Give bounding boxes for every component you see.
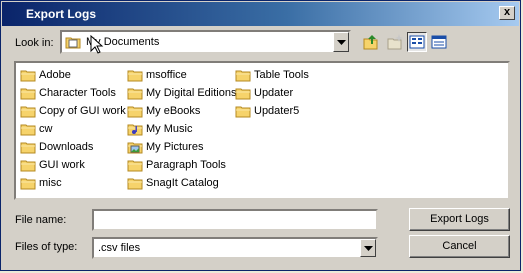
file-name-input[interactable] — [92, 209, 378, 231]
cancel-button[interactable]: Cancel — [409, 235, 510, 258]
file-type-combo[interactable]: .csv files — [92, 237, 378, 259]
folder-icon — [235, 106, 251, 118]
file-list-item-label: Copy of GUI work — [39, 105, 126, 117]
folder-icon — [127, 70, 143, 82]
details-view-icon — [431, 35, 447, 49]
file-list-item-label: misc — [39, 177, 62, 189]
file-list-item[interactable]: cw — [20, 121, 52, 137]
folder-icon — [127, 106, 143, 118]
file-list-item[interactable]: My Pictures — [127, 139, 203, 155]
new-folder-button[interactable] — [385, 32, 405, 52]
folder-icon — [20, 106, 36, 118]
mouse-cursor-icon — [90, 35, 104, 54]
music-folder-icon — [127, 124, 143, 136]
file-list-item[interactable]: My Music — [127, 121, 192, 137]
file-list-item[interactable]: misc — [20, 175, 62, 191]
file-list-item[interactable]: Updater5 — [235, 103, 299, 119]
dialog-title: Export Logs — [26, 7, 97, 21]
file-list-item-label: Updater5 — [254, 105, 300, 117]
chevron-down-icon — [336, 40, 346, 45]
file-list-item[interactable]: GUI work — [20, 157, 85, 173]
list-view-button[interactable] — [407, 32, 427, 52]
details-view-button[interactable] — [429, 32, 449, 52]
folder-icon — [20, 142, 36, 154]
file-name-label: File name: — [15, 214, 67, 226]
file-list-item-label: Adobe — [39, 69, 71, 81]
file-list-item-label: cw — [39, 123, 53, 135]
export-logs-button[interactable]: Export Logs — [409, 208, 510, 231]
file-list-item-label: GUI work — [39, 159, 85, 171]
close-button[interactable]: x — [499, 6, 515, 20]
file-type-value: .csv files — [98, 242, 141, 254]
look-in-dropdown-button[interactable] — [333, 32, 349, 52]
my-documents-icon — [65, 37, 81, 49]
file-list-item[interactable]: Paragraph Tools — [127, 157, 226, 173]
up-folder-button[interactable] — [361, 32, 381, 52]
folder-icon — [127, 160, 143, 172]
file-list-item[interactable]: Updater — [235, 85, 293, 101]
file-type-dropdown-button[interactable] — [360, 239, 376, 257]
file-list-item[interactable]: Copy of GUI work — [20, 103, 126, 119]
file-list-item[interactable]: SnagIt Catalog — [127, 175, 219, 191]
folder-icon — [20, 88, 36, 100]
chevron-down-icon — [363, 246, 373, 251]
folder-icon — [20, 160, 36, 172]
look-in-label: Look in: — [15, 37, 54, 49]
file-list-item-label: Paragraph Tools — [146, 159, 226, 171]
file-list[interactable]: Adobe Character Tools Copy of GUI work cw Do… — [14, 61, 510, 200]
new-folder-icon — [387, 34, 403, 50]
folder-icon — [127, 88, 143, 100]
export-logs-dialog: Export Logs x Look in: My Documents Adob… — [0, 0, 521, 271]
file-list-item[interactable]: Table Tools — [235, 67, 309, 83]
folder-icon — [20, 70, 36, 82]
file-list-item-label: My Digital Editions — [146, 87, 237, 99]
file-list-item-label: SnagIt Catalog — [146, 177, 219, 189]
file-list-item-label: Table Tools — [254, 69, 309, 81]
file-list-item-label: My Music — [146, 123, 193, 135]
file-list-item-label: Downloads — [39, 141, 94, 153]
file-list-item[interactable]: msoffice — [127, 67, 187, 83]
folder-icon — [20, 124, 36, 136]
file-list-item-label: msoffice — [146, 69, 187, 81]
folder-icon — [235, 70, 251, 82]
file-list-item[interactable]: Character Tools — [20, 85, 116, 101]
file-list-item-label: My Pictures — [146, 141, 204, 153]
file-list-item[interactable]: My Digital Editions — [127, 85, 236, 101]
file-type-label: Files of type: — [15, 241, 78, 253]
file-list-item-label: Character Tools — [39, 87, 116, 99]
file-list-item-label: Updater — [254, 87, 294, 99]
file-list-item-label: My eBooks — [146, 105, 201, 117]
pictures-folder-icon — [127, 142, 143, 154]
folder-icon — [235, 88, 251, 100]
title-bar[interactable]: Export Logs x — [2, 2, 519, 26]
file-list-item[interactable]: Downloads — [20, 139, 93, 155]
folder-icon — [127, 178, 143, 190]
up-folder-icon — [363, 35, 378, 50]
file-list-item[interactable]: Adobe — [20, 67, 71, 83]
file-list-item[interactable]: My eBooks — [127, 103, 200, 119]
folder-icon — [20, 178, 36, 190]
list-view-icon — [409, 35, 425, 49]
